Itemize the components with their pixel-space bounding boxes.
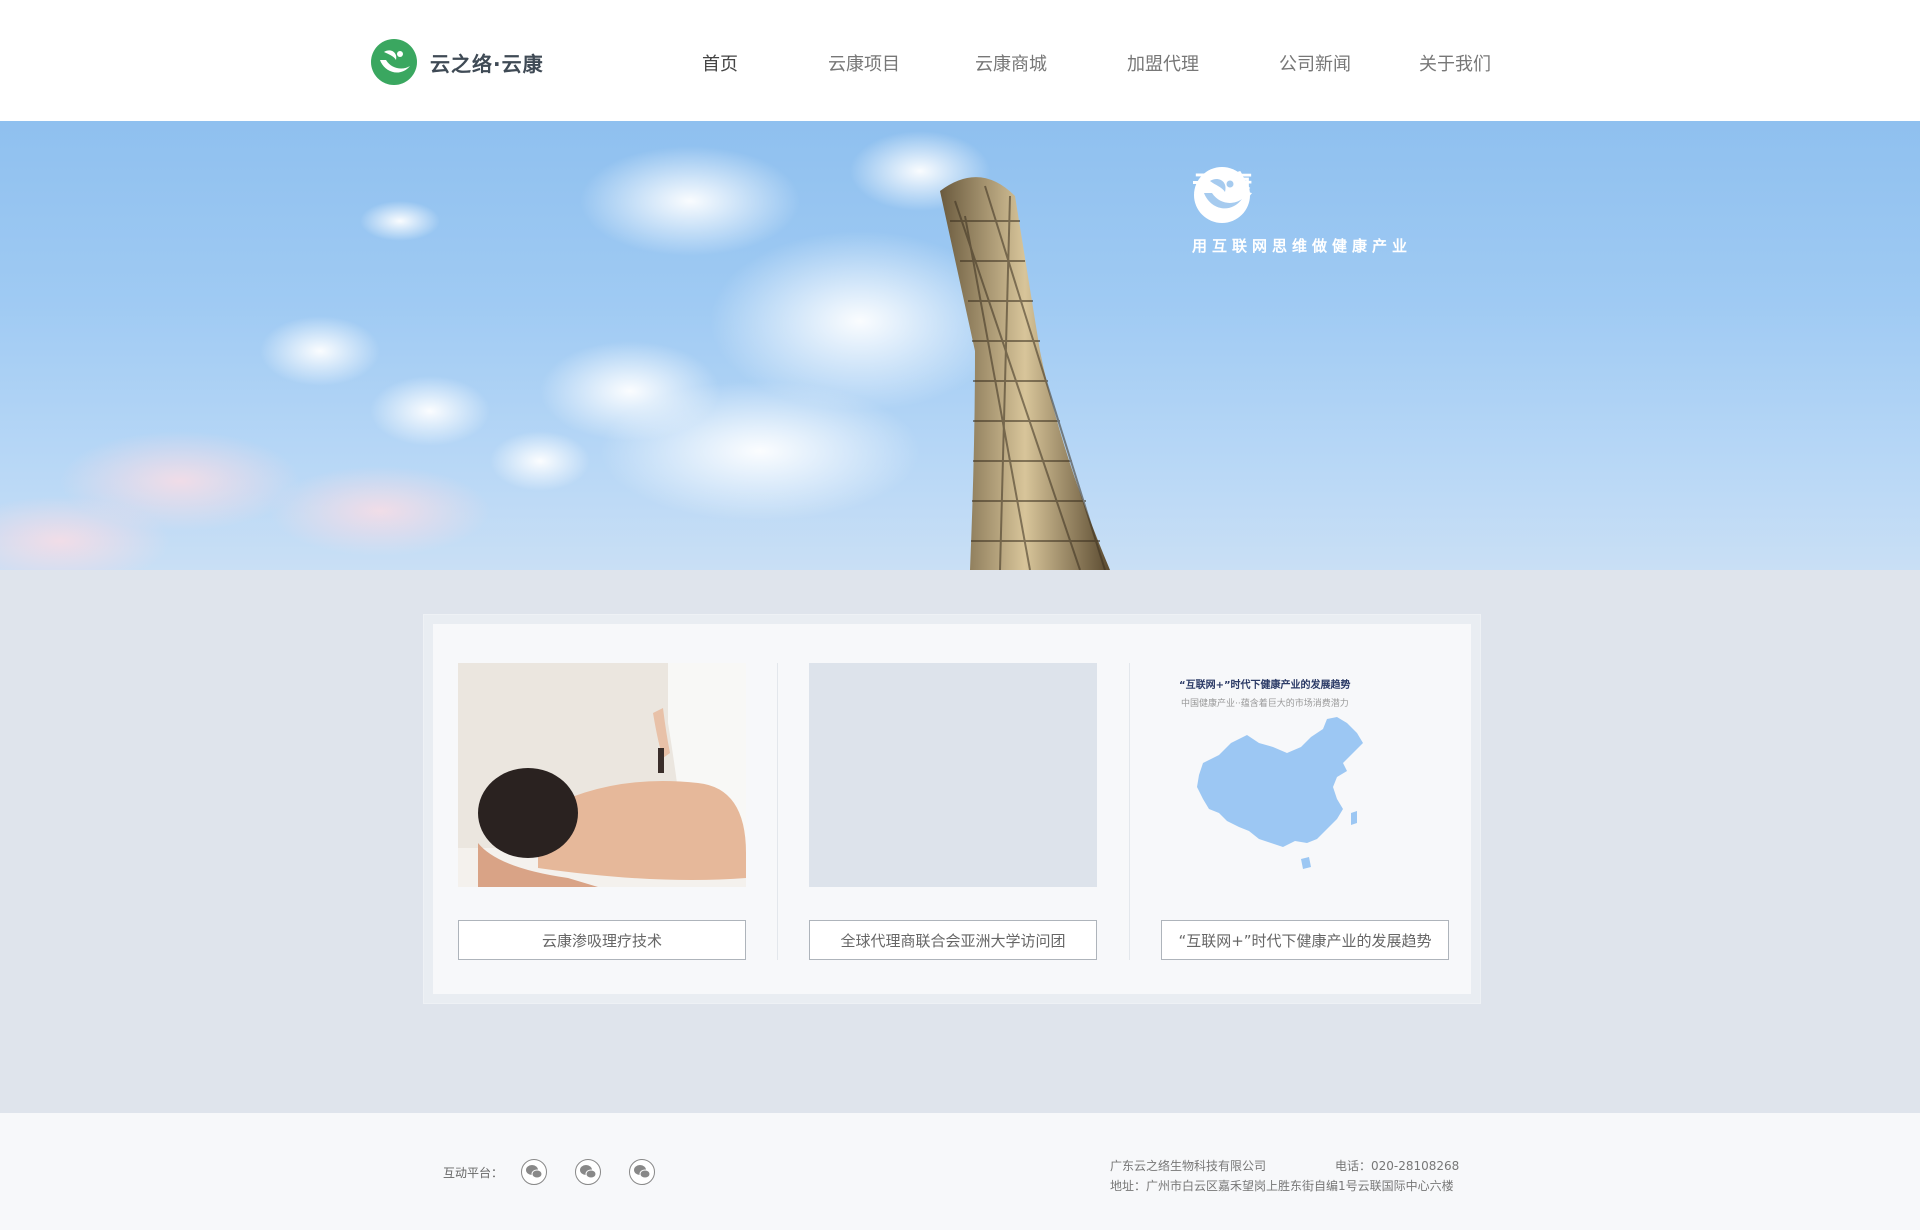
card-2-button[interactable]: 全球代理商联合会亚洲大学访问团 <box>809 920 1097 960</box>
feature-card-3[interactable]: “互联网+”时代下健康产业的发展趋势 中国健康产业··蕴含着巨大的市场消费潜力 … <box>1161 663 1449 960</box>
wechat-icon[interactable] <box>521 1159 547 1185</box>
platform-label: 互动平台： <box>443 1166 504 1180</box>
site-footer <box>0 1113 1920 1230</box>
china-map-icon <box>1197 717 1363 869</box>
card-divider <box>777 663 778 960</box>
footer-company: 广东云之络生物科技有限公司 <box>1110 1159 1267 1173</box>
featured-panel: 云康渗吸理疗技术 全球代理商联合会亚洲大学访问团 “互联网+”时代下健康产业的发… <box>423 614 1481 1004</box>
nav-projects[interactable]: 云康项目 <box>828 50 900 76</box>
nav-home[interactable]: 首页 <box>702 50 738 76</box>
china-map-image[interactable]: “互联网+”时代下健康产业的发展趋势 中国健康产业··蕴含着巨大的市场消费潜力 <box>1161 663 1449 887</box>
banner-illustration <box>0 131 1110 570</box>
banner-slogan: 用互联网思维做健康产业 <box>1192 237 1413 255</box>
banner-brand: 云康 <box>1192 165 1260 223</box>
card-3-button[interactable]: “互联网+”时代下健康产业的发展趋势 <box>1161 920 1449 960</box>
card-divider <box>1129 663 1130 960</box>
card-1-button[interactable]: 云康渗吸理疗技术 <box>458 920 746 960</box>
footer-address: 地址：广州市白云区嘉禾望岗上胜东街自编1号云联国际中心六楼 <box>1110 1179 1454 1193</box>
nav-mall[interactable]: 云康商城 <box>975 50 1047 76</box>
nav-about[interactable]: 关于我们 <box>1419 50 1491 76</box>
wechat-icon[interactable] <box>629 1159 655 1185</box>
massage-illustration <box>458 663 746 887</box>
banner-logo-icon <box>1194 167 1250 223</box>
featured-panel-inner: 云康渗吸理疗技术 全球代理商联合会亚洲大学访问团 “互联网+”时代下健康产业的发… <box>433 624 1471 994</box>
wechat-icon[interactable] <box>575 1159 601 1185</box>
wechat-glyph-icon <box>526 1165 543 1179</box>
nav-franchise[interactable]: 加盟代理 <box>1127 50 1199 76</box>
feature-card-1[interactable]: 云康渗吸理疗技术 <box>458 663 746 960</box>
hero-banner: 云康 用互联网思维做健康产业 <box>0 121 1920 570</box>
wechat-glyph-icon <box>580 1165 597 1179</box>
main-nav: 首页 云康项目 云康商城 加盟代理 公司新闻 关于我们 <box>0 0 1920 121</box>
footer-phone: 电话：020-28108268 <box>1335 1159 1460 1173</box>
nav-news[interactable]: 公司新闻 <box>1279 50 1351 76</box>
massage-photo[interactable] <box>458 663 746 887</box>
wechat-glyph-icon <box>634 1165 651 1179</box>
image-placeholder[interactable] <box>809 663 1097 887</box>
feature-card-2[interactable]: 全球代理商联合会亚洲大学访问团 <box>809 663 1097 960</box>
site-header: 云之络·云康 首页 云康项目 云康商城 加盟代理 公司新闻 关于我们 <box>0 0 1920 121</box>
